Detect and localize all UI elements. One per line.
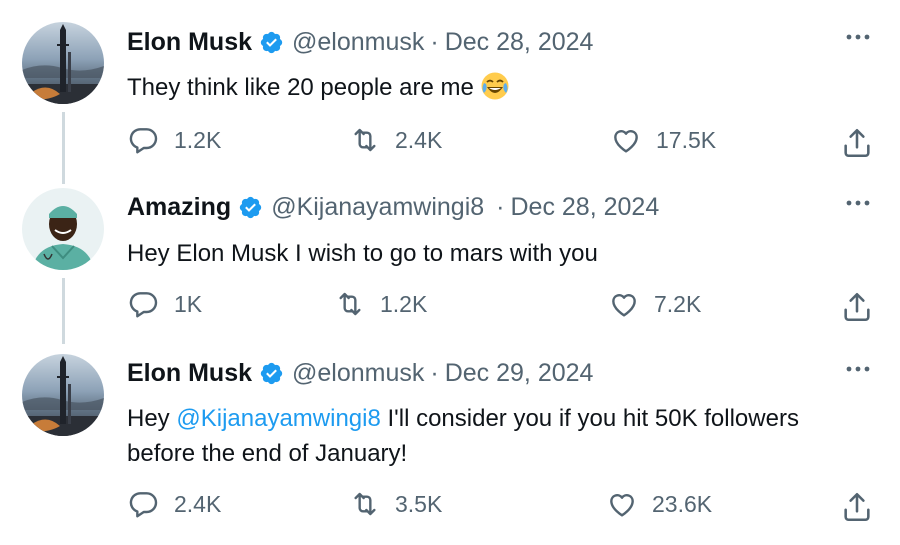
verified-badge-icon <box>238 195 263 220</box>
action-bar: 1K 1.2K 7.2K <box>0 288 900 328</box>
reply-icon <box>128 488 160 520</box>
user-handle[interactable]: @elonmusk <box>292 28 424 57</box>
like-count: 17.5K <box>656 126 717 153</box>
retweet-count: 3.5K <box>395 490 443 517</box>
like-button[interactable]: 17.5K <box>610 124 716 156</box>
retweet-count: 2.4K <box>395 126 443 153</box>
avatar-image <box>22 354 104 436</box>
retweet-button[interactable]: 3.5K <box>349 488 442 520</box>
reply-icon <box>128 288 160 320</box>
retweet-button[interactable]: 2.4K <box>349 124 442 156</box>
retweet-icon <box>349 488 381 520</box>
tweet-text: Hey @Kijanayamwingi8 I'll consider you i… <box>127 401 887 471</box>
tweet-text-line2: before the end of January! <box>127 440 408 467</box>
avatar[interactable] <box>22 22 104 104</box>
more-icon[interactable] <box>842 27 874 47</box>
retweet-count: 1.2K <box>380 290 428 317</box>
tweet-text-after: I'll consider you if you hit 50K followe… <box>380 405 799 432</box>
avatar-image <box>22 22 104 104</box>
display-name[interactable]: Elon Musk <box>127 28 252 57</box>
tweet-date[interactable]: Dec 28, 2024 <box>445 28 594 57</box>
tweet[interactable]: Elon Musk @elonmusk · Dec 28, 2024 They … <box>0 0 900 175</box>
reply-button[interactable]: 2.4K <box>128 488 221 520</box>
reply-count: 2.4K <box>174 490 222 517</box>
share-icon <box>840 290 874 324</box>
reply-button[interactable]: 1.2K <box>128 124 221 156</box>
like-icon <box>610 124 642 156</box>
separator: · <box>496 192 505 221</box>
tweet-text-before: Hey <box>127 405 177 432</box>
reply-icon <box>128 124 160 156</box>
separator: · <box>430 358 439 387</box>
more-icon[interactable] <box>842 193 874 213</box>
reply-button[interactable]: 1K <box>128 288 202 320</box>
tweet-text-body: They think like 20 people are me <box>127 74 474 101</box>
like-count: 7.2K <box>654 290 702 317</box>
tweet-date[interactable]: Dec 28, 2024 <box>511 193 660 222</box>
reply-count: 1K <box>174 290 203 317</box>
retweet-icon <box>349 124 381 156</box>
avatar[interactable] <box>22 188 104 270</box>
tweet-date[interactable]: Dec 29, 2024 <box>445 359 594 388</box>
share-icon <box>840 490 874 524</box>
user-handle[interactable]: @Kijanayamwingi8 <box>271 193 484 222</box>
tweet[interactable]: Elon Musk @elonmusk · Dec 29, 2024 Hey @… <box>0 345 900 545</box>
separator: · <box>430 27 439 56</box>
tweet[interactable]: Amazing @Kijanayamwingi8 · Dec 28, 2024 … <box>0 175 900 345</box>
tweet-header: Elon Musk @elonmusk · Dec 29, 2024 <box>127 353 593 393</box>
display-name[interactable]: Elon Musk <box>127 359 252 388</box>
tweet-text: Hey Elon Musk I wish to go to mars with … <box>127 236 887 271</box>
mention-link[interactable]: @Kijanayamwingi8 <box>176 405 380 432</box>
display-name[interactable]: Amazing <box>127 193 231 222</box>
more-icon[interactable] <box>842 359 874 379</box>
like-button[interactable]: 23.6K <box>606 488 712 520</box>
share-button[interactable] <box>840 490 874 529</box>
face-with-tears-of-joy-icon <box>480 71 510 111</box>
verified-badge-icon <box>259 361 284 386</box>
share-button[interactable] <box>840 290 874 329</box>
like-icon <box>606 488 638 520</box>
like-count: 23.6K <box>652 490 713 517</box>
retweet-button[interactable]: 1.2K <box>334 288 427 320</box>
like-button[interactable]: 7.2K <box>608 288 701 320</box>
tweet-text-body: Hey Elon Musk I wish to go to mars with … <box>127 240 598 267</box>
share-icon <box>840 126 874 160</box>
tweet-header: Amazing @Kijanayamwingi8 · Dec 28, 2024 <box>127 187 659 227</box>
user-handle[interactable]: @elonmusk <box>292 359 424 388</box>
avatar[interactable] <box>22 354 104 436</box>
reply-count: 1.2K <box>174 126 222 153</box>
share-button[interactable] <box>840 126 874 165</box>
like-icon <box>608 288 640 320</box>
action-bar: 2.4K 3.5K 23.6K <box>0 488 900 528</box>
verified-badge-icon <box>259 30 284 55</box>
tweet-header: Elon Musk @elonmusk · Dec 28, 2024 <box>127 22 593 62</box>
tweet-text: They think like 20 people are me <box>127 70 887 111</box>
avatar-image <box>22 188 104 270</box>
action-bar: 1.2K 2.4K 17.5K <box>0 124 900 164</box>
retweet-icon <box>334 288 366 320</box>
